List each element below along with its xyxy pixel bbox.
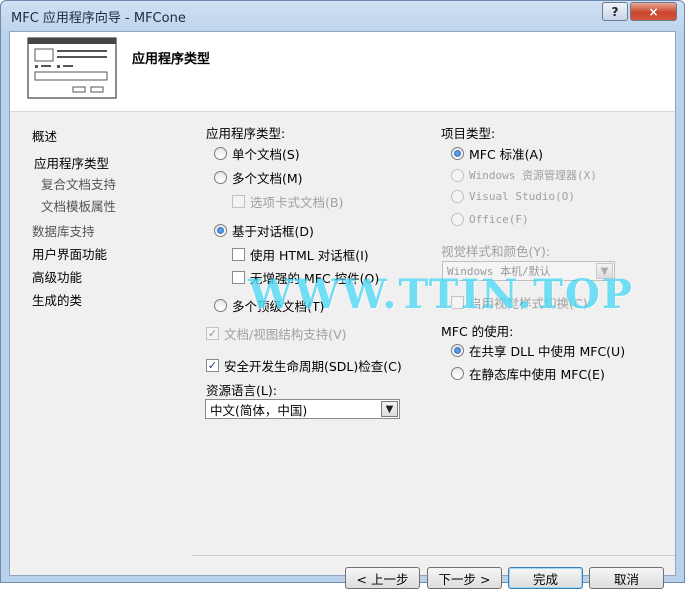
nav-item-compound-doc[interactable]: 复合文档支持 [41, 174, 116, 193]
next-button[interactable]: 下一步 > [427, 567, 502, 589]
radio-icon[interactable] [214, 147, 227, 160]
mfc-use-label: MFC 的使用: [441, 324, 514, 339]
resource-language-label: 资源语言(L): [206, 383, 277, 398]
multi-doc-option[interactable]: 多个文档(M) [214, 168, 303, 187]
visual-style-label: 视觉样式和颜色(Y): [441, 244, 551, 259]
radio-icon[interactable] [451, 367, 464, 380]
nav-item-generated-classes[interactable]: 生成的类 [32, 290, 82, 309]
title-bar: MFC 应用程序向导 - MFCone ? × [1, 1, 684, 31]
wizard-content: 应用程序类型: 单个文档(S) 多个文档(M) 选项卡式文档(B) 基于对话框(… [192, 112, 675, 589]
enable-style-switching-option: 启用视觉样式切换(C) [451, 293, 587, 312]
checkbox-icon[interactable] [232, 271, 245, 284]
wizard-nav: 概述 应用程序类型 复合文档支持 文档模板属性 数据库支持 用户界面功能 高级功… [10, 112, 190, 577]
chevron-down-icon[interactable]: ▼ [381, 401, 398, 417]
tabbed-docs-option: 选项卡式文档(B) [232, 192, 343, 211]
mfc-standard-option[interactable]: MFC 标准(A) [451, 144, 543, 163]
finish-button[interactable]: 完成 [508, 567, 583, 589]
footer-divider [192, 555, 675, 556]
nav-item-advanced[interactable]: 高级功能 [32, 267, 82, 286]
project-type-label: 项目类型: [441, 126, 496, 141]
office-option: Office(F) [451, 213, 529, 226]
nav-item-ui-features[interactable]: 用户界面功能 [32, 244, 107, 263]
checkmark-icon[interactable]: ✓ [206, 359, 219, 372]
checkmark-icon: ✓ [206, 327, 219, 340]
checkbox-icon [232, 195, 245, 208]
checkbox-icon [451, 296, 464, 309]
help-button[interactable]: ? [602, 2, 628, 21]
wizard-window: MFC 应用程序向导 - MFCone ? × 应用程序类型 概述 应用程序类型… [0, 0, 685, 589]
single-doc-option[interactable]: 单个文档(S) [214, 144, 300, 163]
cancel-button[interactable]: 取消 [589, 567, 664, 589]
radio-selected-icon[interactable] [451, 344, 464, 357]
dialog-based-option[interactable]: 基于对话框(D) [214, 221, 314, 240]
visual-style-select: Windows 本机/默认 ▼ [442, 261, 615, 281]
radio-icon [451, 213, 464, 226]
radio-selected-icon[interactable] [451, 147, 464, 160]
close-button[interactable]: × [630, 2, 677, 21]
radio-selected-icon[interactable] [214, 224, 227, 237]
nav-item-app-type[interactable]: 应用程序类型 [34, 153, 109, 172]
nav-item-doc-template[interactable]: 文档模板属性 [41, 196, 116, 215]
static-lib-option[interactable]: 在静态库中使用 MFC(E) [451, 364, 605, 383]
page-title: 应用程序类型 [132, 52, 211, 67]
sdl-checks-option[interactable]: ✓ 安全开发生命周期(SDL)检查(C) [206, 356, 402, 375]
html-dialog-option[interactable]: 使用 HTML 对话框(I) [232, 245, 369, 264]
shared-dll-option[interactable]: 在共享 DLL 中使用 MFC(U) [451, 341, 625, 360]
wizard-banner-icon [27, 37, 117, 99]
window-title: MFC 应用程序向导 - MFCone [11, 10, 186, 26]
no-enhanced-mfc-option[interactable]: 无增强的 MFC 控件(O) [232, 268, 379, 287]
app-type-label: 应用程序类型: [206, 126, 286, 141]
prev-button[interactable]: < 上一步 [345, 567, 420, 589]
visual-studio-option: Visual Studio(O) [451, 190, 575, 203]
wizard-header: 应用程序类型 [10, 32, 675, 112]
radio-icon [451, 168, 464, 182]
doc-view-support-option: ✓ 文档/视图结构支持(V) [206, 327, 347, 342]
resource-language-select[interactable]: 中文(简体，中国) ▼ [205, 399, 400, 419]
windows-explorer-option: Windows 资源管理器(X) [451, 167, 597, 183]
nav-item-database[interactable]: 数据库支持 [32, 221, 95, 240]
wizard-client-area: 应用程序类型 概述 应用程序类型 复合文档支持 文档模板属性 数据库支持 用户界… [9, 31, 676, 589]
multi-toplevel-option[interactable]: 多个顶级文档(T) [214, 296, 324, 315]
radio-icon [451, 190, 464, 203]
chevron-down-icon: ▼ [596, 263, 613, 279]
nav-item-overview[interactable]: 概述 [32, 126, 57, 145]
checkbox-icon[interactable] [232, 248, 245, 261]
radio-icon[interactable] [214, 299, 227, 312]
radio-icon[interactable] [214, 171, 227, 184]
